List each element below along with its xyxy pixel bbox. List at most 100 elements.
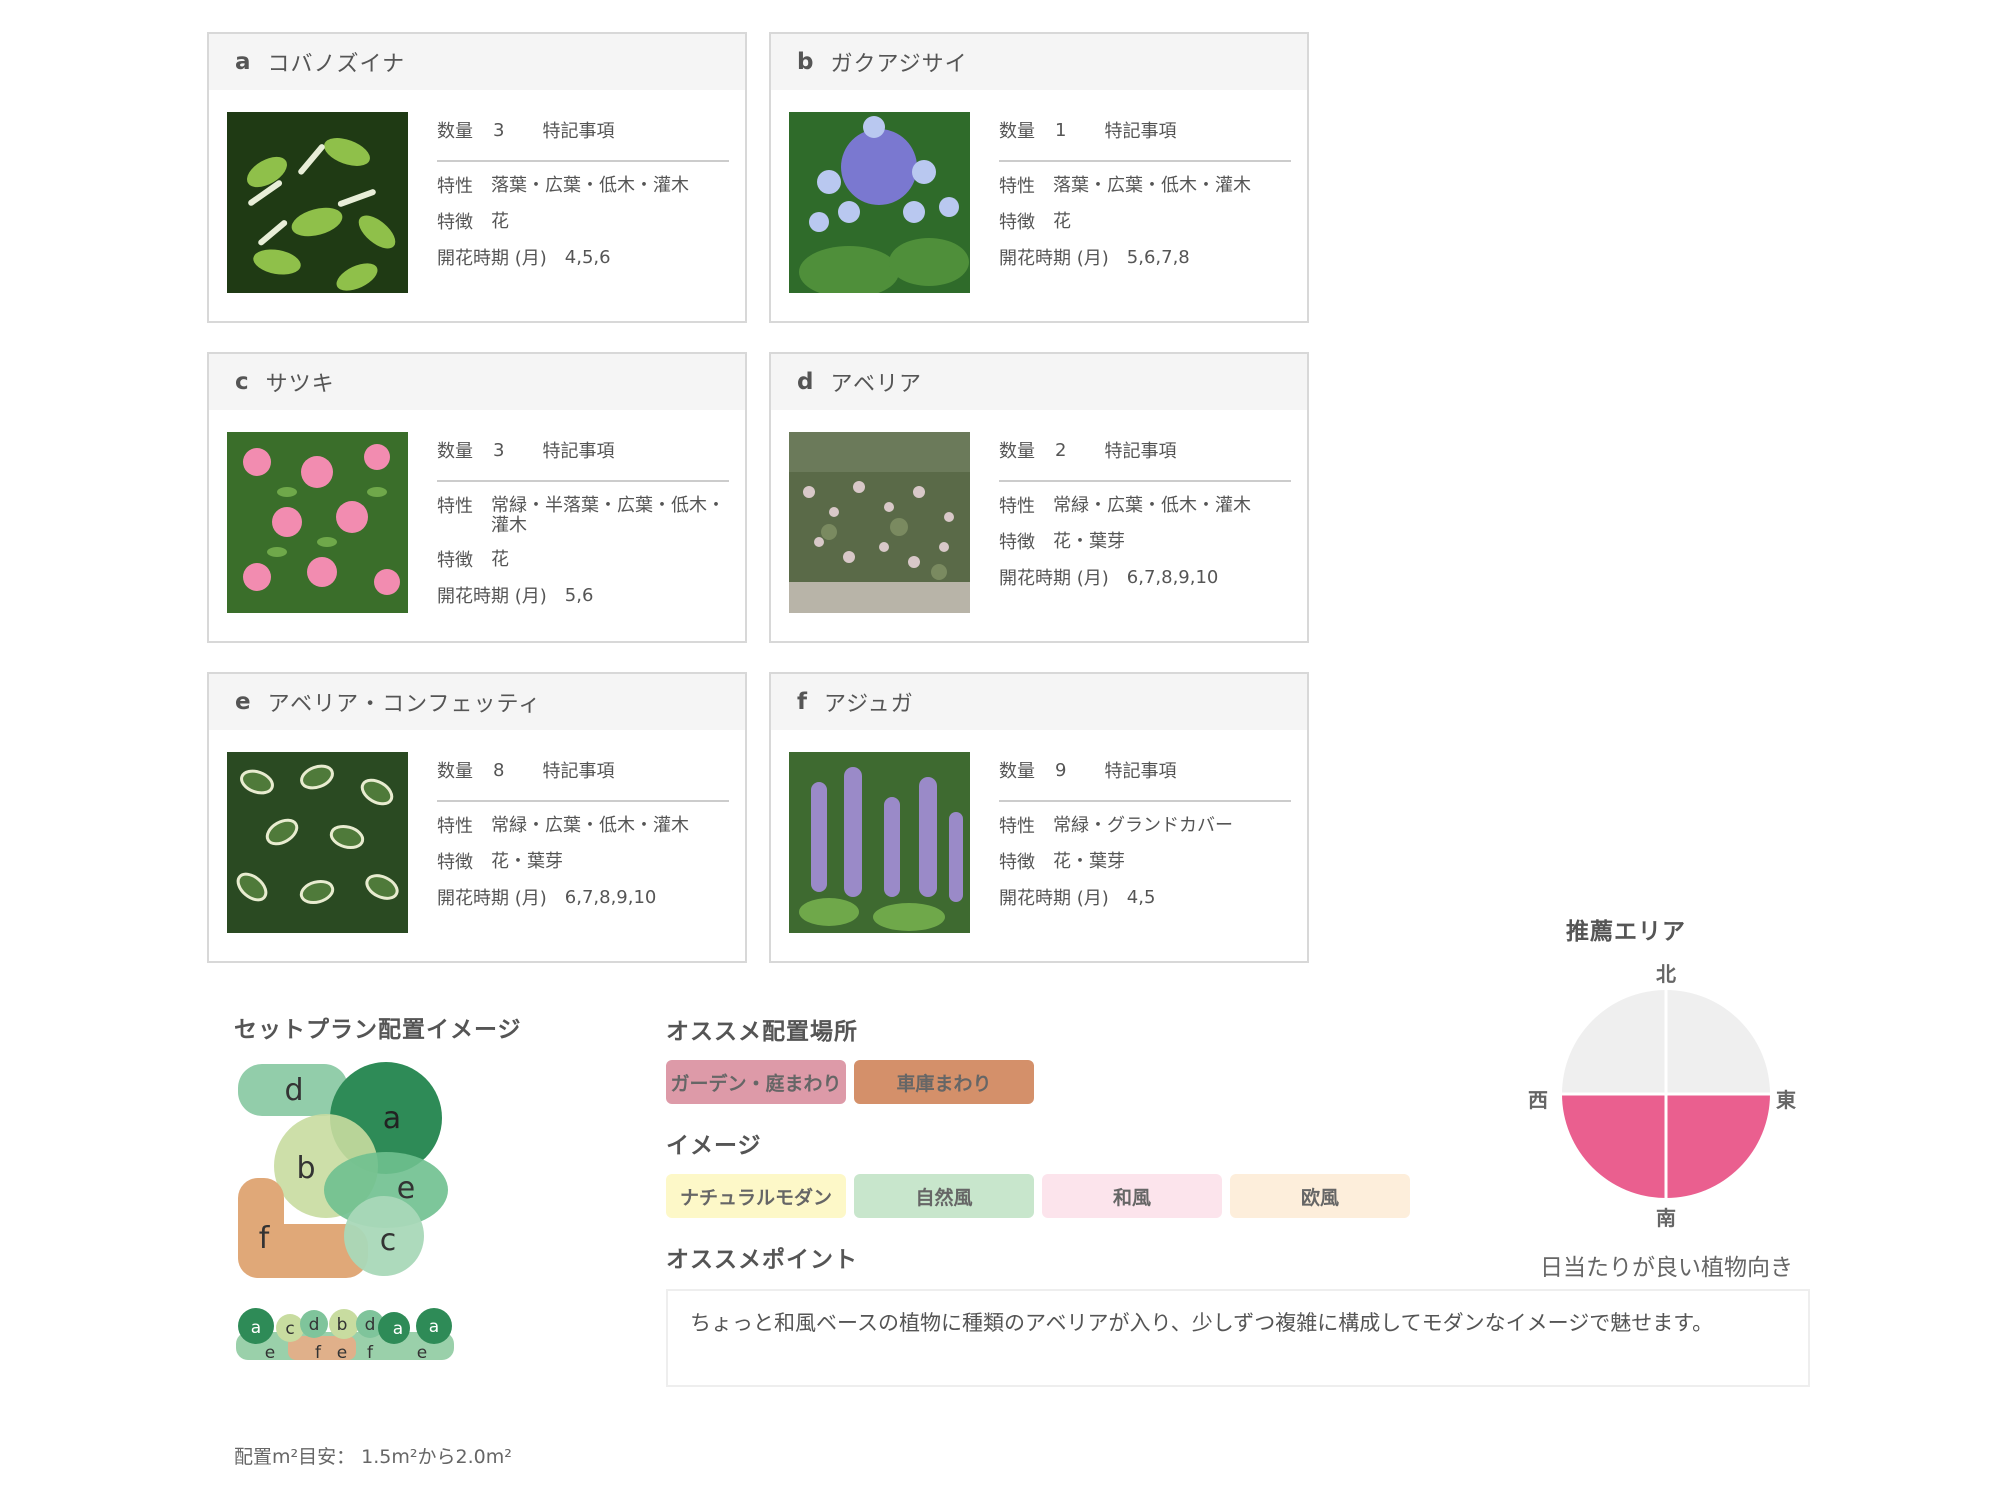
plant-card-a: a コバノズイナ 数量 3 特記事項 特性 落葉・広葉・低木・灌木 特徴 花 開… (207, 32, 747, 323)
svg-text:e: e (265, 1343, 275, 1363)
layout-label-c: c (380, 1223, 397, 1258)
layout-side-view: a c d b d a a e f e f e (236, 1308, 454, 1363)
trait-value: 落葉・広葉・低木・灌木 (491, 175, 689, 196)
plant-name: アベリア (830, 372, 923, 397)
feature-row: 特徴 花・葉芽 (437, 852, 729, 874)
plant-name: コバノズイナ (267, 52, 406, 77)
bloom-value: 4,5 (1126, 887, 1156, 908)
compass-west-label: 西 (1528, 1088, 1548, 1112)
quantity-label: 数量 (437, 121, 473, 142)
special-notes-label: 特記事項 (542, 761, 615, 782)
bloom-value: 5,6 (564, 585, 594, 606)
quantity-row: 数量 1 特記事項 (999, 112, 1291, 162)
feature-row: 特徴 花・葉芽 (999, 532, 1291, 554)
placement-tag-0: ガーデン・庭まわり (666, 1060, 846, 1104)
image-style-tag-0: ナチュラルモダン (666, 1174, 846, 1218)
image-style-title: イメージ (666, 1133, 762, 1159)
plant-card-c: c サツキ 数量 3 特記事項 特性 常緑・半落葉・広葉・低木・灌木 特徴 花 … (207, 352, 747, 643)
bloom-label: 開花時期 (月) (999, 888, 1109, 909)
layout-section-title: セットプラン配置イメージ (234, 1017, 522, 1043)
trait-row: 特性 常緑・広葉・低木・灌木 (437, 816, 729, 838)
plant-card-header: d アベリア (771, 354, 1307, 410)
bloom-value: 6,7,8,9,10 (564, 887, 657, 908)
svg-text:d: d (365, 1315, 376, 1335)
ajuga-photo (789, 752, 970, 933)
svg-text:a: a (429, 1317, 439, 1337)
feature-label: 特徴 (999, 852, 1035, 873)
recommended-area-caption: 日当たりが良い植物向き (1540, 1255, 1793, 1281)
bloom-value: 4,5,6 (564, 247, 611, 268)
plant-info: 数量 2 特記事項 特性 常緑・広葉・低木・灌木 特徴 花・葉芽 開花時期 (月… (999, 432, 1291, 590)
trait-label: 特性 (999, 816, 1035, 837)
quantity-row: 数量 9 特記事項 (999, 752, 1291, 802)
trait-label: 特性 (999, 176, 1035, 197)
svg-text:a: a (393, 1319, 403, 1339)
trait-label: 特性 (437, 496, 473, 517)
trait-value: 常緑・広葉・低木・灌木 (1053, 495, 1251, 516)
special-notes-label: 特記事項 (542, 121, 615, 142)
feature-row: 特徴 花 (437, 212, 729, 234)
image-style-tag-1: 自然風 (854, 1174, 1034, 1218)
plant-card-header: b ガクアジサイ (771, 34, 1307, 90)
svg-text:e: e (337, 1343, 347, 1363)
feature-value: 花 (491, 211, 509, 232)
layout-label-f: f (259, 1221, 271, 1256)
sunlight-compass-chart (1560, 988, 1772, 1200)
quantity-value: 9 (1055, 759, 1067, 781)
quantity-value: 8 (493, 759, 505, 781)
point-text-box: ちょっと和風ベースの植物に種類のアベリアが入り、少しずつ複雑に構成してモダンなイ… (666, 1289, 1810, 1387)
plant-letter: a (235, 49, 252, 75)
plant-info: 数量 3 特記事項 特性 落葉・広葉・低木・灌木 特徴 花 開花時期 (月) 4… (437, 112, 729, 270)
image-style-tag-2: 和風 (1042, 1174, 1222, 1218)
point-title: オススメポイント (666, 1247, 858, 1273)
special-notes-label: 特記事項 (542, 441, 615, 462)
bloom-label: 開花時期 (月) (437, 888, 547, 909)
bloom-row: 開花時期 (月) 6,7,8,9,10 (437, 888, 729, 910)
plant-name: ガクアジサイ (830, 52, 968, 77)
plant-name: アジュガ (824, 692, 914, 717)
image-style-tag-3: 欧風 (1230, 1174, 1410, 1218)
layout-label-e: e (397, 1171, 415, 1206)
feature-row: 特徴 花・葉芽 (999, 852, 1291, 874)
recommended-area-title: 推薦エリア (1566, 919, 1686, 945)
svg-text:f: f (367, 1343, 374, 1363)
trait-value: 常緑・広葉・低木・灌木 (491, 815, 689, 836)
feature-value: 花 (491, 549, 509, 570)
plant-letter: c (235, 369, 250, 395)
plant-info: 数量 9 特記事項 特性 常緑・グランドカバー 特徴 花・葉芽 開花時期 (月)… (999, 752, 1291, 910)
quantity-value: 3 (493, 119, 505, 141)
feature-value: 花・葉芽 (491, 851, 563, 872)
trait-value: 常緑・グランドカバー (1053, 815, 1233, 836)
special-notes-label: 特記事項 (1104, 761, 1177, 782)
feature-label: 特徴 (437, 852, 473, 873)
trait-value: 落葉・広葉・低木・灌木 (1053, 175, 1251, 196)
plant-info: 数量 8 特記事項 特性 常緑・広葉・低木・灌木 特徴 花・葉芽 開花時期 (月… (437, 752, 729, 910)
bloom-label: 開花時期 (月) (437, 586, 547, 607)
satsuki-azalea-photo (227, 432, 408, 613)
svg-text:a: a (251, 1318, 261, 1338)
bloom-row: 開花時期 (月) 5,6 (437, 586, 729, 608)
trait-row: 特性 常緑・グランドカバー (999, 816, 1291, 838)
bloom-value: 5,6,7,8 (1126, 247, 1190, 268)
bloom-row: 開花時期 (月) 6,7,8,9,10 (999, 568, 1291, 590)
plant-name: アベリア・コンフェッティ (267, 692, 542, 717)
plant-card-b: b ガクアジサイ 数量 1 特記事項 特性 落葉・広葉・低木・灌木 特徴 花 開… (769, 32, 1309, 323)
plant-letter: e (235, 689, 252, 715)
quantity-row: 数量 3 特記事項 (437, 112, 729, 162)
bloom-value: 6,7,8,9,10 (1126, 567, 1219, 588)
quantity-label: 数量 (437, 441, 473, 462)
feature-row: 特徴 花 (437, 550, 729, 572)
quantity-row: 数量 2 特記事項 (999, 432, 1291, 482)
trait-row: 特性 落葉・広葉・低木・灌木 (999, 176, 1291, 198)
special-notes-label: 特記事項 (1104, 441, 1177, 462)
bloom-label: 開花時期 (月) (437, 248, 547, 269)
feature-value: 花 (1053, 211, 1071, 232)
compass-south-label: 南 (1656, 1206, 1676, 1230)
feature-value: 花・葉芽 (1053, 851, 1125, 872)
feature-label: 特徴 (437, 212, 473, 233)
placement-title: オススメ配置場所 (666, 1019, 858, 1045)
plant-card-d: d アベリア 数量 2 特記事項 特性 常緑・広葉・低木・灌木 特徴 花・葉芽 … (769, 352, 1309, 643)
compass-east-label: 東 (1776, 1088, 1796, 1112)
plant-card-f: f アジュガ 数量 9 特記事項 特性 常緑・グランドカバー 特徴 花・葉芽 開… (769, 672, 1309, 963)
plant-letter: d (797, 369, 815, 395)
